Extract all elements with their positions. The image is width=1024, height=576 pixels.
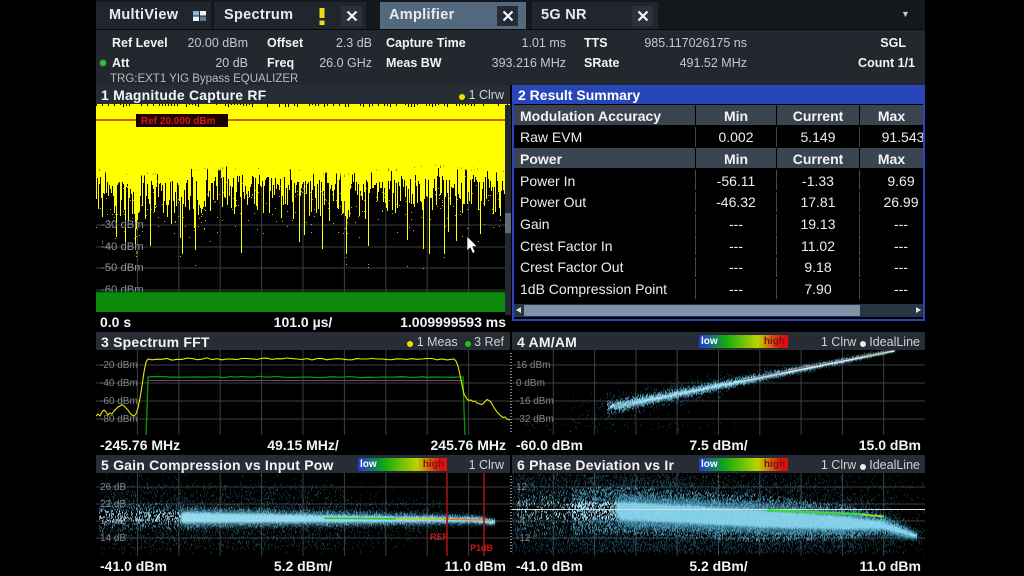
svg-text:-40 dBm: -40 dBm <box>101 241 144 253</box>
svg-text:14 dB: 14 dB <box>100 533 126 544</box>
svg-text:-16 dBm: -16 dBm <box>516 396 554 407</box>
svg-text:-40 dBm: -40 dBm <box>100 378 138 389</box>
svg-text:REF: REF <box>430 532 449 542</box>
svg-text:P1dB: P1dB <box>470 543 494 553</box>
svg-text:0 dBm: 0 dBm <box>516 378 545 389</box>
svg-text:-30 dBm: -30 dBm <box>101 219 144 231</box>
svg-text:26 dB: 26 dB <box>100 482 126 493</box>
svg-text:-32 dBm: -32 dBm <box>516 414 554 425</box>
svg-text:Ref 20.000 dBm: Ref 20.000 dBm <box>141 116 216 127</box>
svg-text:-50 dBm: -50 dBm <box>101 262 144 274</box>
svg-text:-60 dBm: -60 dBm <box>100 396 138 407</box>
svg-text:-20 dBm: -20 dBm <box>100 360 138 371</box>
svg-text:16 dBm: 16 dBm <box>516 360 550 371</box>
